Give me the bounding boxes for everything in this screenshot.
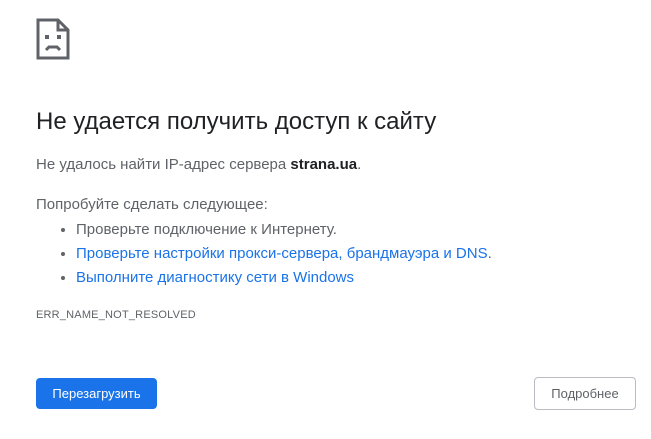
error-page: Не удается получить доступ к сайту Не уд… (0, 0, 651, 439)
error-description-prefix: Не удалось найти IP-адрес сервера (36, 156, 291, 173)
error-description-suffix: . (357, 156, 362, 173)
suggestion-diagnostics: Выполните диагностику сети в Windows (76, 266, 492, 290)
suggestion-suffix: . (487, 245, 492, 262)
error-code: ERR_NAME_NOT_RESOLVED (36, 309, 196, 321)
suggestion-text: Проверьте подключение к Интернету. (76, 221, 337, 238)
server-host: strana.ua (290, 156, 358, 173)
page-title: Не удается получить доступ к сайту (36, 108, 437, 135)
suggestion-check-connection: Проверьте подключение к Интернету. (76, 218, 492, 242)
reload-button[interactable]: Перезагрузить (36, 378, 157, 409)
suggestions-list: Проверьте подключение к Интернету. Прове… (58, 218, 492, 290)
details-button[interactable]: Подробнее (534, 377, 636, 410)
error-description: Не удалось найти IP-адрес сервера strana… (36, 156, 361, 173)
suggestion-check-proxy: Проверьте настройки прокси-сервера, бран… (76, 242, 492, 266)
sad-page-icon (36, 18, 70, 60)
suggestions-heading: Попробуйте сделать следующее: (36, 196, 268, 213)
network-diagnostics-link[interactable]: Выполните диагностику сети в Windows (76, 269, 354, 286)
check-proxy-link[interactable]: Проверьте настройки прокси-сервера, бран… (76, 245, 488, 262)
